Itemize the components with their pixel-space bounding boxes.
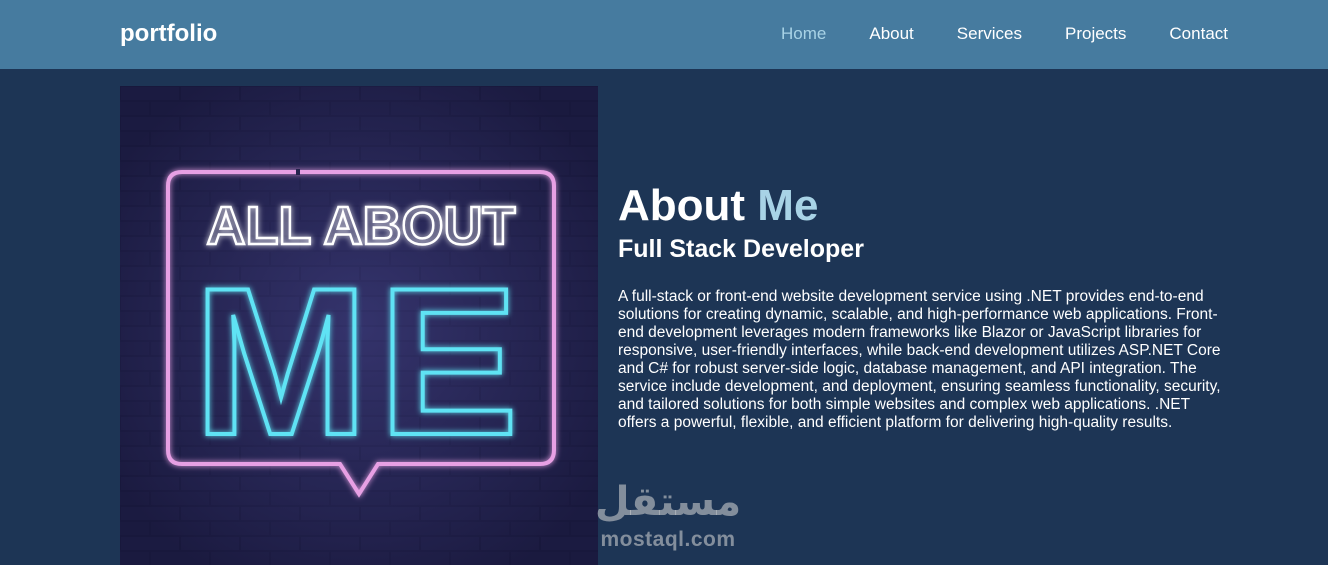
nav-link-contact[interactable]: Contact [1169, 24, 1228, 44]
about-me-neon-image: ALL ABOUT ME [120, 86, 598, 565]
about-title-main: About [618, 181, 746, 230]
about-description: A full-stack or front-end website develo… [618, 288, 1221, 431]
about-subtitle: Full Stack Developer [618, 235, 864, 263]
neon-line-2: ME [194, 244, 529, 479]
neon-sign-graphic: ALL ABOUT ME [120, 86, 598, 565]
top-navbar: portfolio Home About Services Projects C… [0, 0, 1328, 69]
site-logo[interactable]: portfolio [120, 20, 217, 48]
nav-link-home[interactable]: Home [781, 24, 826, 44]
nav-link-services[interactable]: Services [957, 24, 1022, 44]
nav-link-projects[interactable]: Projects [1065, 24, 1126, 44]
about-title: About Me [618, 180, 1238, 232]
main-nav: Home About Services Projects Contact [738, 24, 1228, 44]
mostaql-watermark: مستقل mostaql.com [588, 480, 748, 552]
about-title-accent: Me [757, 181, 819, 230]
nav-link-about[interactable]: About [869, 24, 913, 44]
watermark-latin: mostaql.com [600, 528, 736, 551]
about-section: About Me Full Stack Developer A full-sta… [618, 180, 1238, 432]
watermark-arabic: مستقل [594, 479, 742, 525]
